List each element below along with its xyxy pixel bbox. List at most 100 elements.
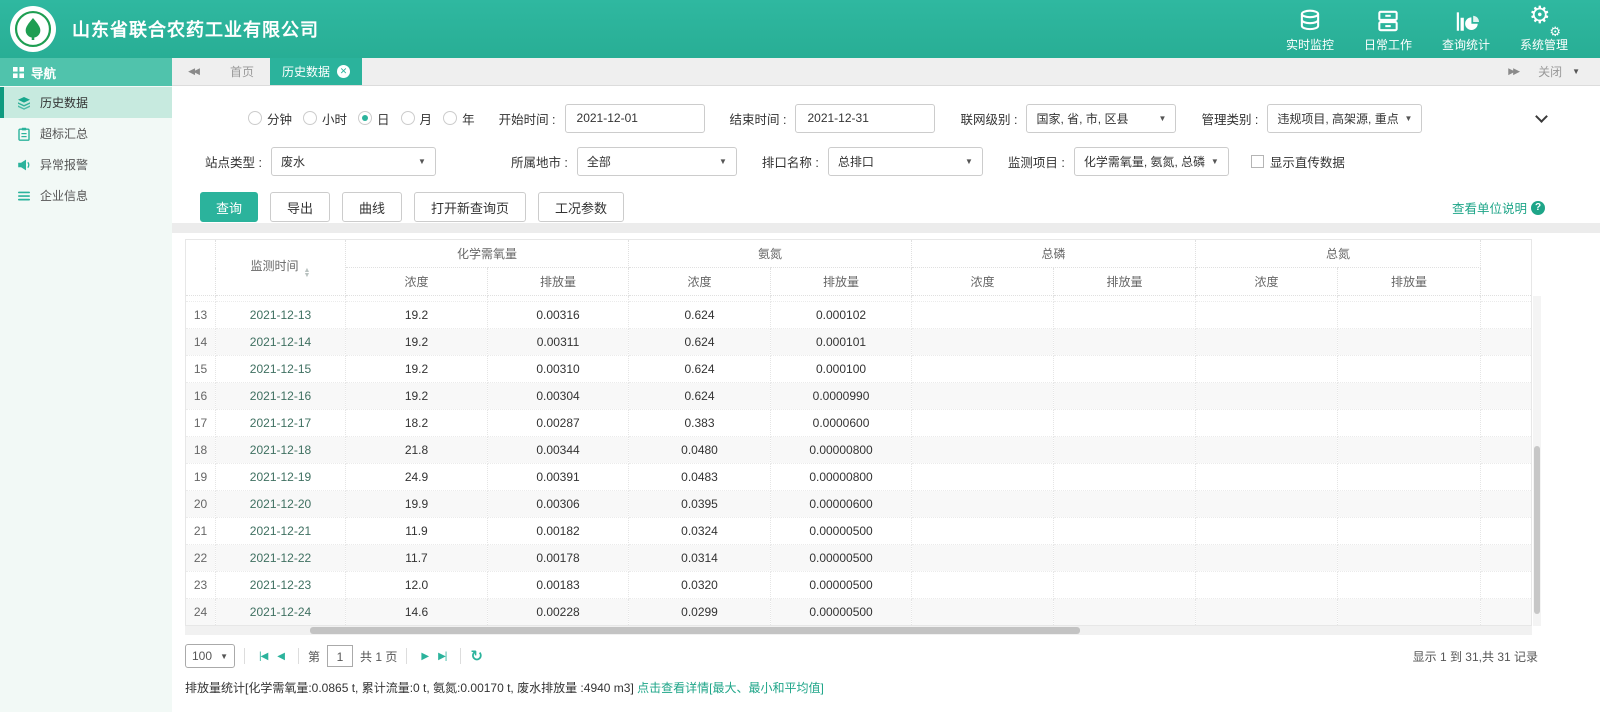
table-row[interactable]: 13 2021-12-13 19.2 0.00316 0.624 0.000102 <box>185 301 1533 329</box>
table-row[interactable]: 19 2021-12-19 24.9 0.00391 0.0483 0.00000800 <box>185 463 1533 491</box>
sidebar-item-history-data[interactable]: 历史数据 <box>0 87 172 118</box>
header-monitor-time[interactable]: 监测时间 ▲ ▼ <box>215 239 346 296</box>
table-row[interactable]: 15 2021-12-15 19.2 0.00310 0.624 0.000100 <box>185 355 1533 383</box>
nav-system-admin[interactable]: ⚙ ⚙ 系统管理 <box>1518 2 1570 53</box>
page-size-select[interactable]: 100 ▼ <box>185 644 235 668</box>
data-table: 监测时间 ▲ ▼ 化学需氧量 氨氮 总磷 总氮 浓度 排放量 浓度 排放量 浓度… <box>185 239 1533 626</box>
network-level-select[interactable]: 国家, 省, 市, 区县 ▼ <box>1026 103 1177 133</box>
table-row[interactable]: 18 2021-12-18 21.8 0.00344 0.0480 0.00000800 <box>185 436 1533 464</box>
radio-label: 分钟 <box>267 112 293 127</box>
table-row[interactable]: 21 2021-12-21 11.9 0.00182 0.0324 0.00000500 <box>185 517 1533 545</box>
caret-down-icon: ▼ <box>964 156 973 166</box>
prev-page-icon[interactable]: ◀ <box>277 651 285 662</box>
page-number-input[interactable]: 1 <box>327 645 354 667</box>
clipboard-icon <box>18 127 30 141</box>
select-value: 国家, 省, 市, 区县 <box>1036 111 1129 126</box>
nav-item-label: 查询统计 <box>1441 37 1490 52</box>
caret-down-icon: ▼ <box>718 156 727 166</box>
header-sub: 排放量 <box>770 267 913 296</box>
monitor-items-select[interactable]: 化学需氧量, 氨氮, 总磷, 总 ▼ <box>1073 146 1229 176</box>
cell-spacer <box>1480 382 1533 410</box>
tab-close-icon[interactable]: ✕ <box>337 65 351 78</box>
tabs-scroll-left-icon[interactable]: ◀◀ <box>172 58 214 85</box>
table-row[interactable]: 24 2021-12-24 14.6 0.00228 0.0299 0.00000500 <box>185 598 1533 626</box>
period-radio-hour[interactable]: 小时 <box>303 109 347 128</box>
station-type-select[interactable]: 废水 ▼ <box>270 146 436 176</box>
vertical-scrollbar-thumb[interactable] <box>1534 446 1540 614</box>
next-page-icon[interactable]: ▶ <box>421 651 429 662</box>
nav-item-label: 实时监控 <box>1285 37 1334 52</box>
cell-value: 0.00344 <box>487 436 630 464</box>
cell-value <box>1337 598 1482 626</box>
query-button[interactable]: 查询 <box>200 192 258 222</box>
tab-home[interactable]: 首页 <box>214 58 270 85</box>
cell-value <box>1195 436 1339 464</box>
last-page-icon[interactable]: ▶| <box>438 651 447 662</box>
curve-button[interactable]: 曲线 <box>342 192 403 222</box>
refresh-icon[interactable]: ↻ <box>470 647 483 665</box>
cell-rownum: 16 <box>185 382 216 410</box>
tab-history-data[interactable]: 历史数据 ✕ <box>270 58 363 85</box>
cell-value <box>911 490 1055 518</box>
cell-monitor-time: 2021-12-23 <box>215 571 346 599</box>
open-new-query-button[interactable]: 打开新查询页 <box>414 192 527 222</box>
sidebar-item-exceed-summary[interactable]: 超标汇总 <box>0 118 172 149</box>
top-nav: 实时监控 日常工作 查询统计 ⚙ ⚙ 系统管理 <box>1284 2 1570 53</box>
radio-label: 年 <box>462 112 475 127</box>
table-row[interactable]: 14 2021-12-14 19.2 0.00311 0.624 0.000101 <box>185 328 1533 356</box>
unit-description-link[interactable]: 查看单位说明 ? <box>1452 198 1545 217</box>
condition-params-button[interactable]: 工况参数 <box>538 192 625 222</box>
tabs-scroll-right-icon[interactable]: ▶▶ <box>1508 66 1520 77</box>
cell-value <box>1337 463 1482 491</box>
period-radio-minute[interactable]: 分钟 <box>248 109 292 128</box>
tabs-close-menu[interactable]: 关闭 ▼ <box>1538 63 1580 80</box>
cell-value: 0.0324 <box>628 517 772 545</box>
outlet-select[interactable]: 总排口 ▼ <box>827 146 983 176</box>
table-row[interactable]: 22 2021-12-22 11.7 0.00178 0.0314 0.00000500 <box>185 544 1533 572</box>
period-radio-day[interactable]: 日 <box>358 109 390 128</box>
horizontal-scrollbar[interactable] <box>185 626 1532 635</box>
horizontal-scrollbar-thumb[interactable] <box>310 627 1080 634</box>
cell-value: 0.0000600 <box>770 409 913 437</box>
sidebar-item-abnormal-alarm[interactable]: 异常报警 <box>0 149 172 180</box>
cell-value: 0.0314 <box>628 544 772 572</box>
cell-spacer <box>1480 490 1533 518</box>
sort-icon[interactable]: ▲ ▼ <box>304 267 311 279</box>
manage-type-select[interactable]: 违规项目, 高架源, 重点排污 ▼ <box>1267 103 1423 133</box>
cell-value <box>1053 544 1197 572</box>
caret-down-icon: ▼ <box>220 651 228 661</box>
sidebar: 导航 历史数据 超标汇总 异常报警 企业信息 <box>0 58 172 712</box>
end-time-input[interactable]: 2021-12-31 <box>795 103 936 133</box>
cell-value <box>1053 436 1197 464</box>
emission-summary: 排放量统计[化学需氧量:0.0865 t, 累计流量:0 t, 氨氮:0.001… <box>185 679 1587 696</box>
period-radio-month[interactable]: 月 <box>400 109 432 128</box>
first-page-icon[interactable]: |◀ <box>259 651 268 662</box>
cell-value <box>1337 355 1482 383</box>
header-sub: 浓度 <box>911 267 1055 296</box>
table-row[interactable]: 16 2021-12-16 19.2 0.00304 0.624 0.0000990 <box>185 382 1533 410</box>
direct-data-checkbox[interactable]: 显示直传数据 <box>1250 152 1345 171</box>
nav-daily-work[interactable]: 日常工作 <box>1362 6 1414 53</box>
records-info: 显示 1 到 31,共 31 记录 <box>1412 649 1538 664</box>
period-radio-year[interactable]: 年 <box>443 109 475 128</box>
nav-realtime-monitor[interactable]: 实时监控 <box>1284 6 1336 53</box>
header-group-tn: 总氮 <box>1195 239 1482 268</box>
city-select[interactable]: 全部 ▼ <box>576 146 737 176</box>
cell-value: 0.0000990 <box>770 382 913 410</box>
vertical-scrollbar[interactable] <box>1533 296 1541 626</box>
export-button[interactable]: 导出 <box>270 192 331 222</box>
pager-divider <box>244 648 245 664</box>
table-row[interactable]: 20 2021-12-20 19.9 0.00306 0.0395 0.00000600 <box>185 490 1533 518</box>
header-label: 监测时间 <box>250 259 299 273</box>
start-time-input[interactable]: 2021-12-01 <box>564 103 705 133</box>
cell-value <box>1195 409 1339 437</box>
table-row[interactable]: 23 2021-12-23 12.0 0.00183 0.0320 0.00000500 <box>185 571 1533 599</box>
checkbox-icon <box>1250 154 1264 168</box>
nav-query-stats[interactable]: 查询统计 <box>1440 6 1492 53</box>
tab-bar-right: ▶▶ 关闭 ▼ <box>1508 58 1600 85</box>
sidebar-item-company-info[interactable]: 企业信息 <box>0 180 172 211</box>
summary-detail-link[interactable]: 点击查看详情[最大、最小和平均值] <box>637 681 824 695</box>
cell-value: 0.00287 <box>487 409 630 437</box>
radio-icon <box>248 111 262 125</box>
table-row[interactable]: 17 2021-12-17 18.2 0.00287 0.383 0.0000600 <box>185 409 1533 437</box>
